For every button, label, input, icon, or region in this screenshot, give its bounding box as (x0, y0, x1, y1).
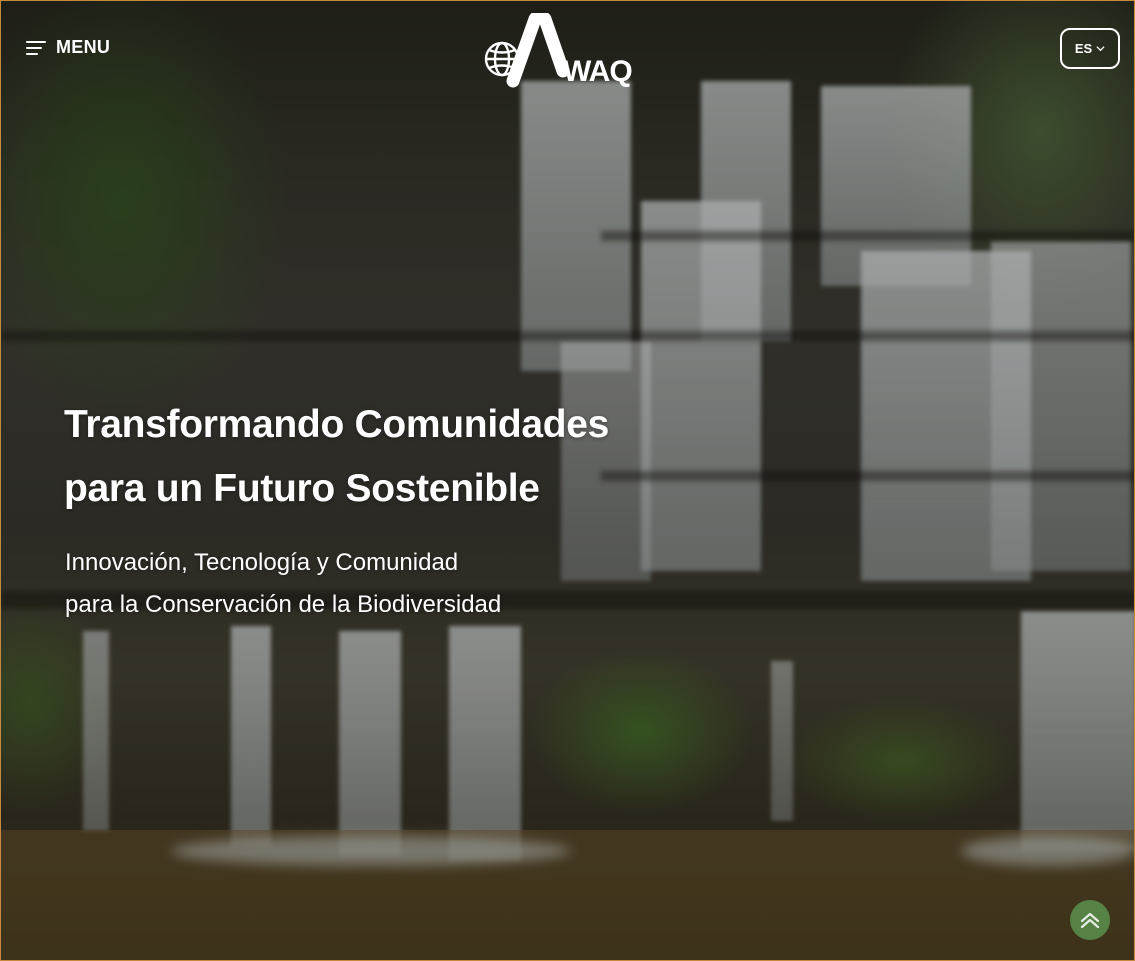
language-label: ES (1074, 41, 1093, 56)
chevron-up-icon (1080, 912, 1100, 928)
logo-mark: WAQ (484, 9, 633, 88)
hero-subtitle-line-2: para la Conservación de la Biodiversidad (65, 591, 502, 618)
scroll-to-top-button[interactable] (1070, 900, 1110, 940)
menu-button[interactable]: MENU (26, 37, 110, 58)
menu-icon (26, 40, 46, 55)
page-frame: MENU WAQ ES Transformando Comunidades pa… (0, 0, 1135, 961)
hero-subtitle-line-1: Innovación, Tecnología y Comunidad (65, 549, 459, 576)
hero-title-line-1: Transformando Comunidades (64, 403, 610, 446)
chevron-down-icon (1096, 46, 1105, 52)
menu-label: MENU (56, 37, 111, 57)
hero-subtitle: Innovación, Tecnología y Comunidad para … (65, 542, 625, 626)
logo-wordmark: WAQ (563, 55, 632, 88)
language-selector[interactable]: ES (1060, 28, 1120, 69)
awaq-logo[interactable]: WAQ (483, 9, 653, 89)
hero-title-line-2: para un Futuro Sostenible (64, 467, 540, 510)
hero-title: Transformando Comunidades para un Futuro… (64, 393, 704, 521)
